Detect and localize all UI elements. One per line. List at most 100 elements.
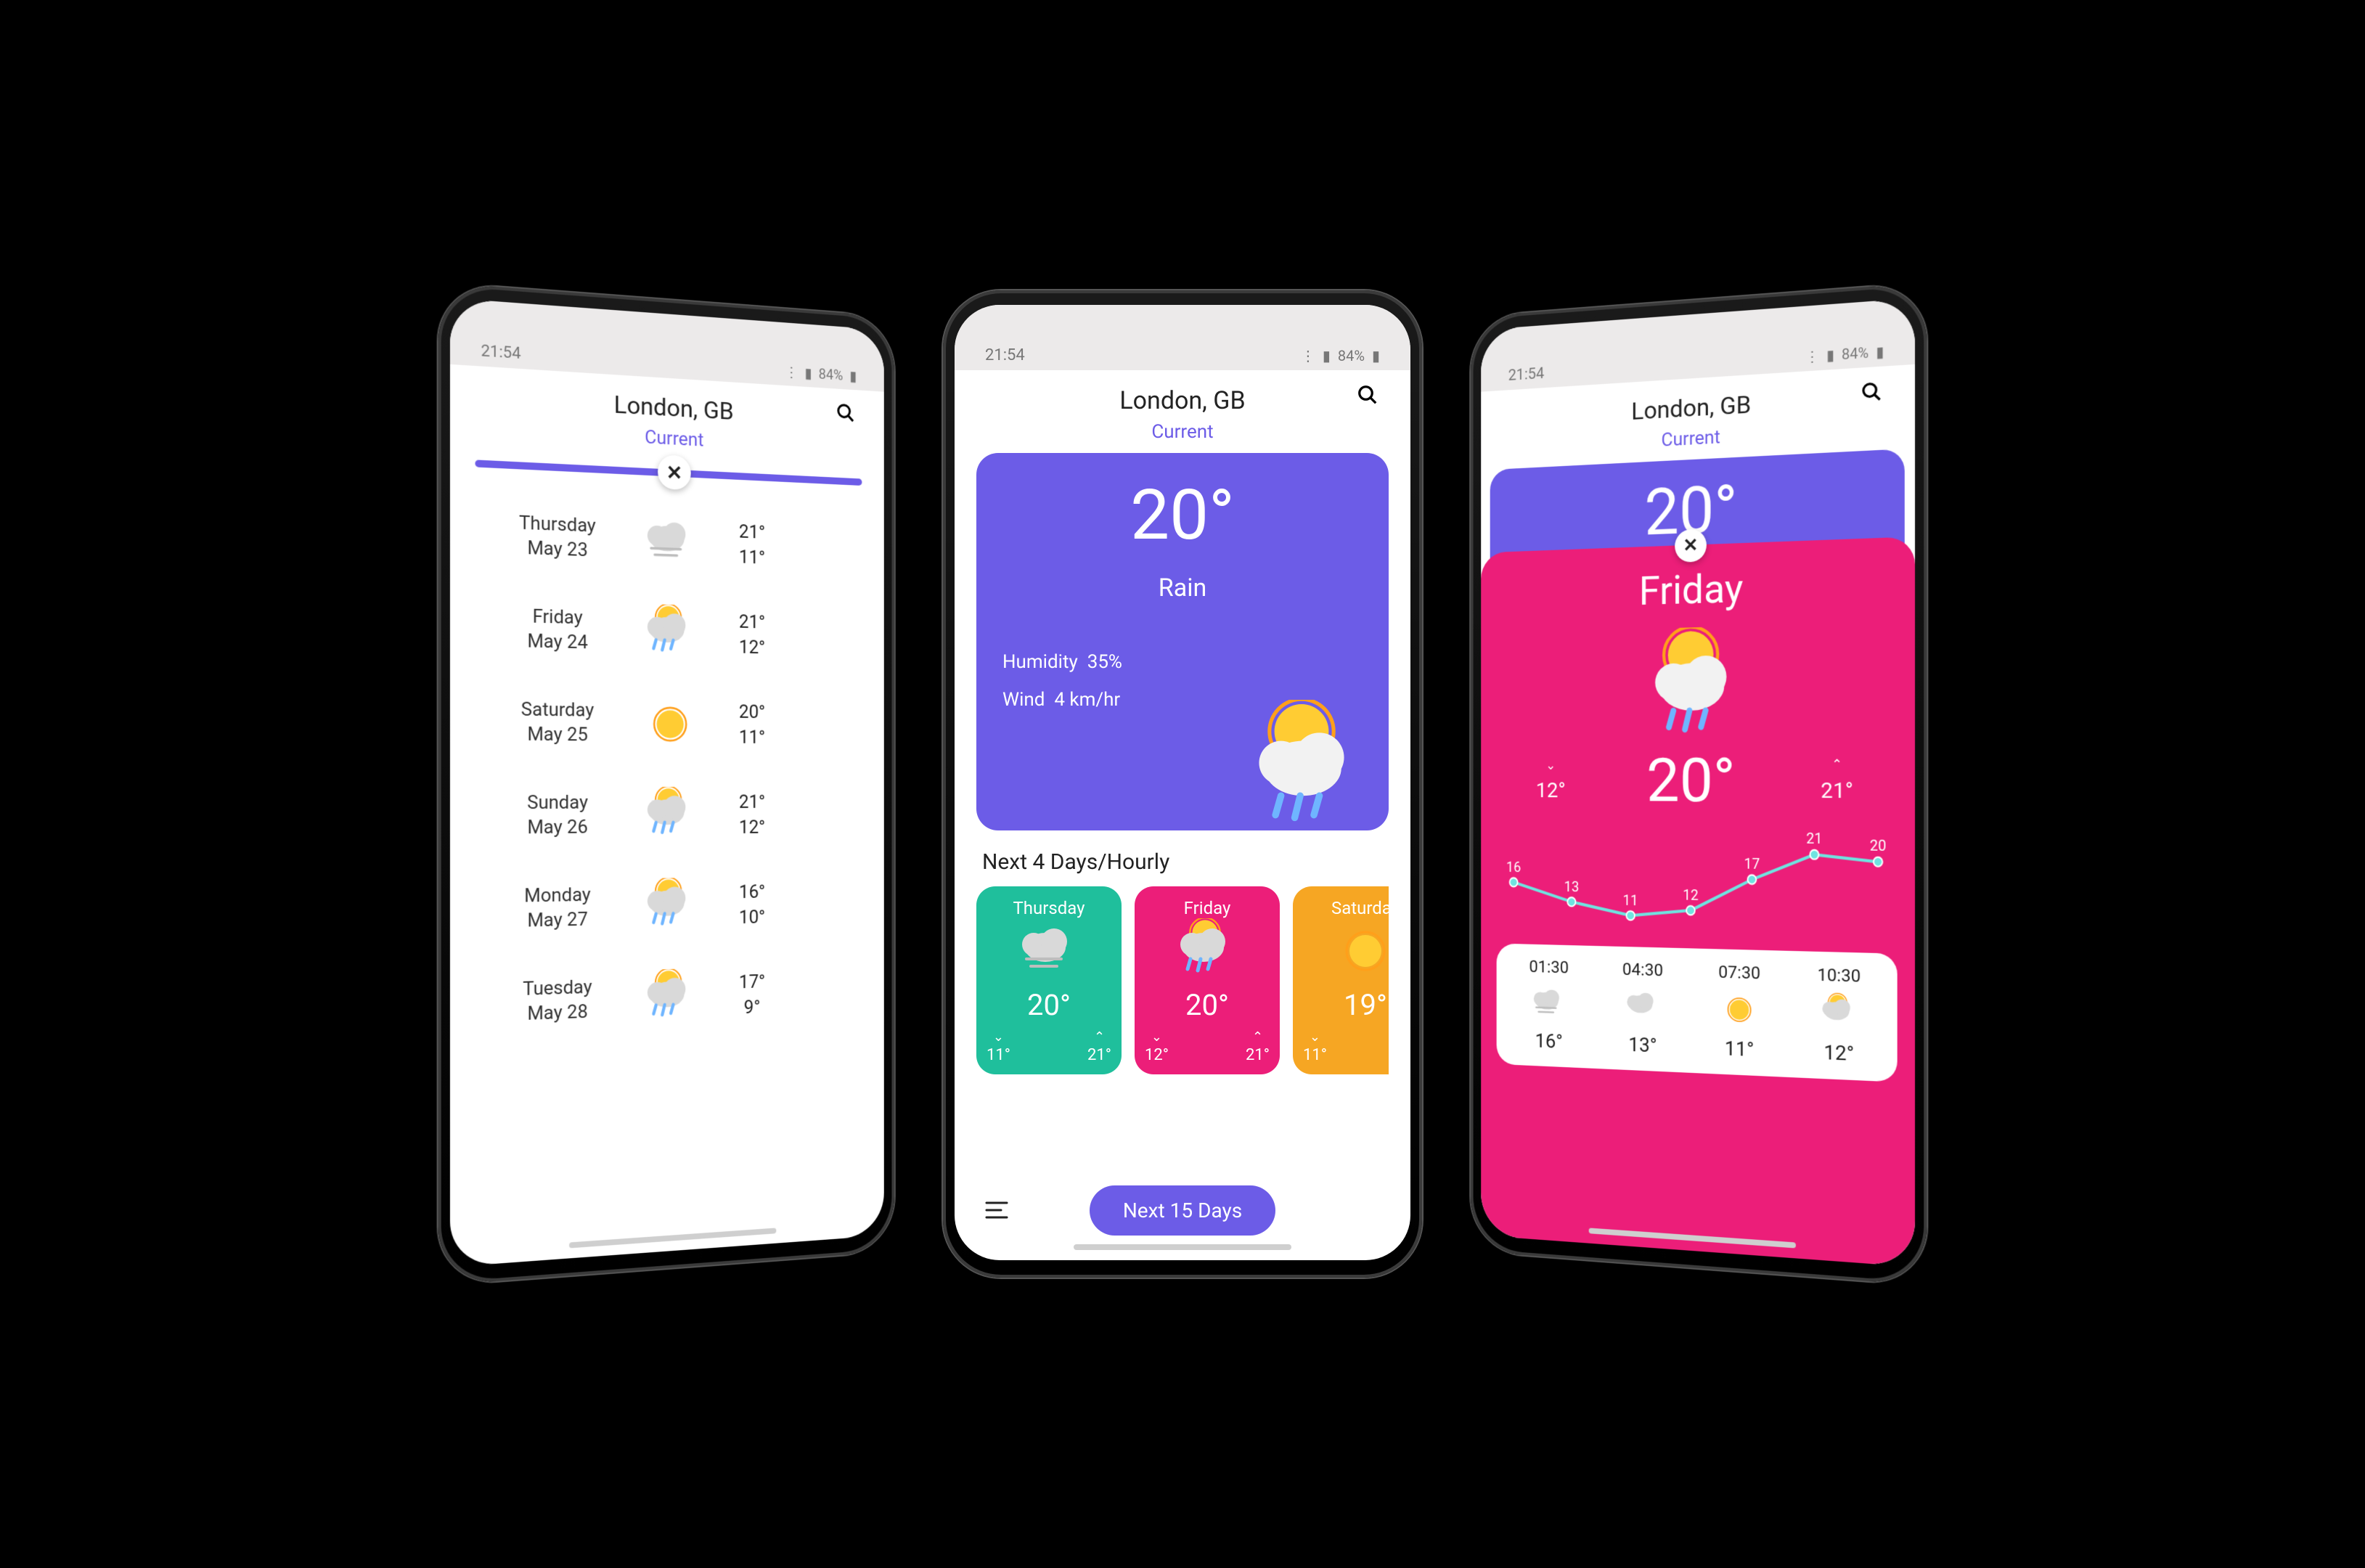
hourly-temp-chart: 16131112172120	[1500, 830, 1893, 944]
rain-sun-icon	[629, 968, 711, 1027]
mini-card-day: Saturday	[1331, 898, 1389, 918]
hourly-time: 01:30	[1529, 957, 1569, 977]
detail-temp: 20°	[1646, 744, 1735, 817]
search-icon[interactable]	[1357, 383, 1378, 412]
close-button[interactable]: ✕	[1675, 528, 1707, 563]
status-time: 21:54	[481, 342, 521, 363]
rain-sun-icon	[629, 878, 711, 936]
sun-icon	[629, 695, 711, 754]
hourly-item[interactable]: 10:30 12°	[1818, 965, 1860, 1066]
app-header: London, GB	[955, 370, 1410, 421]
hourly-item[interactable]: 07:3011°	[1718, 962, 1760, 1061]
forecast-row[interactable]: SundayMay 26 21°12°	[486, 769, 853, 863]
hourly-time: 10:30	[1818, 965, 1860, 987]
forecast-row[interactable]: FridayMay 24 21°12°	[486, 582, 853, 682]
forecast-day-label: MondayMay 27	[486, 883, 629, 934]
chevron-up-icon: ⌃	[1831, 756, 1842, 772]
location-title: London, GB	[614, 391, 734, 426]
wifi-icon: ⋮	[1301, 347, 1315, 364]
mini-card-temp: 19°	[1344, 988, 1387, 1022]
forecast-temps: 20°11°	[711, 699, 792, 751]
forecast-day-label: TuesdayMay 28	[486, 975, 629, 1029]
status-time: 21:54	[985, 346, 1025, 364]
chevron-up-icon: ⌃	[1252, 1029, 1263, 1045]
sun-icon	[1333, 918, 1389, 984]
wifi-icon: ⋮	[1805, 347, 1820, 365]
status-system-icons: ⋮ ▮ 84% ▮	[1301, 347, 1380, 364]
chevron-up-icon: ⌃	[1094, 1029, 1105, 1045]
battery-text: 84%	[819, 365, 844, 383]
fog-icon	[629, 512, 711, 572]
forecast-day-label: ThursdayMay 23	[486, 510, 629, 565]
forecast-mini-card[interactable]: Thursday20° ⌄11° ⌃21°	[976, 886, 1122, 1074]
fog-icon	[1016, 918, 1082, 984]
next-15-days-button[interactable]: Next 15 Days	[1090, 1185, 1275, 1236]
status-system-icons: ⋮ ▮ 84% ▮	[785, 363, 857, 384]
forecast-mini-card[interactable]: Saturday19° ⌄11° ⌃	[1293, 886, 1389, 1074]
partly-icon	[1819, 992, 1860, 1034]
battery-icon: ▮	[849, 367, 857, 385]
current-weather-card[interactable]: 20° Rain Humidity 35% Wind 4 km/hr	[976, 453, 1389, 830]
status-bar: 21:54 ⋮ ▮ 84% ▮	[955, 305, 1410, 370]
phone-mockup-forecast-list: 21:54 ⋮ ▮ 84% ▮ London, GB Current ✕ Thu…	[438, 282, 894, 1286]
forecast-temps: 21°12°	[711, 608, 792, 661]
chevron-down-icon: ⌄	[1310, 1029, 1320, 1045]
location-title: London, GB	[1119, 386, 1245, 415]
forecast-list[interactable]: ThursdayMay 23 21°11° FridayMay 24 21°12° Sa…	[450, 486, 884, 1267]
hourly-time: 07:30	[1718, 962, 1760, 983]
forecast-cards-row[interactable]: Thursday20° ⌄11° ⌃21° Friday20° ⌄12° ⌃21…	[976, 886, 1389, 1074]
chevron-down-icon: ⌄	[993, 1029, 1004, 1045]
forecast-temps: 16°10°	[711, 878, 792, 931]
rain-sun-icon	[1175, 918, 1240, 984]
signal-icon: ▮	[1323, 347, 1331, 364]
mini-card-temp: 20°	[1027, 988, 1071, 1022]
hourly-item[interactable]: 01:30 16°	[1529, 957, 1569, 1053]
hourly-temp: 12°	[1823, 1040, 1854, 1066]
day-detail-overlay: ✕ Friday ⌄ 12° 20° ⌃	[1481, 536, 1915, 1267]
battery-icon: ▮	[1372, 347, 1380, 364]
mini-card-high: 21°	[1246, 1046, 1270, 1064]
forecast-row[interactable]: ThursdayMay 23 21°11°	[486, 488, 853, 593]
chevron-down-icon: ⌄	[1545, 758, 1556, 772]
wifi-icon: ⋮	[785, 363, 798, 380]
phone-mockup-day-detail: 21:54 ⋮ ▮ 84% ▮ London, GB Current 20° ✕…	[1471, 282, 1927, 1286]
home-indicator	[1074, 1244, 1291, 1250]
search-icon[interactable]	[836, 401, 855, 430]
fog-icon	[1530, 983, 1567, 1023]
menu-icon[interactable]	[985, 1196, 1011, 1227]
forecast-row[interactable]: SaturdayMay 2520°11°	[486, 676, 853, 770]
signal-icon: ▮	[805, 364, 812, 382]
battery-text: 84%	[1842, 344, 1868, 364]
forecast-mini-card[interactable]: Friday20° ⌄12° ⌃21°	[1135, 886, 1280, 1074]
mini-card-low: 12°	[1145, 1046, 1169, 1064]
detail-low: 12°	[1536, 778, 1566, 803]
forecast-temps: 21°11°	[711, 518, 792, 572]
rain-sun-icon	[629, 603, 711, 662]
signal-icon: ▮	[1826, 346, 1834, 364]
hourly-temp: 16°	[1535, 1029, 1563, 1053]
hourly-temp: 13°	[1628, 1033, 1657, 1058]
cloud-icon	[1624, 986, 1662, 1026]
phone-mockup-current: 21:54 ⋮ ▮ 84% ▮ London, GB Current 20° R…	[943, 290, 1422, 1278]
mini-card-low: 11°	[987, 1046, 1010, 1064]
detail-day: Friday	[1497, 559, 1898, 618]
search-icon[interactable]	[1860, 380, 1882, 410]
tab-current[interactable]: Current	[955, 421, 1410, 453]
forecast-temps: 17°9°	[711, 968, 792, 1022]
rain-sun-icon	[629, 787, 711, 844]
hourly-item[interactable]: 04:3013°	[1622, 959, 1663, 1057]
forecast-day-label: SundayMay 26	[486, 791, 629, 841]
hourly-forecast-card[interactable]: 01:30 16° 04:3013° 07:3011° 10:30 12°	[1497, 944, 1898, 1082]
section-next-days: Next 4 Days/Hourly	[976, 830, 1389, 886]
forecast-row[interactable]: MondayMay 27 16°10°	[486, 859, 853, 957]
rain-sun-icon	[1229, 700, 1374, 823]
forecast-temps: 21°12°	[711, 789, 792, 841]
mini-card-day: Friday	[1184, 898, 1231, 918]
rain-sun-icon	[1497, 622, 1898, 735]
forecast-row[interactable]: TuesdayMay 28 17°9°	[486, 947, 853, 1050]
detail-high: 21°	[1821, 777, 1853, 803]
detail-temp-row: ⌄ 12° 20° ⌃ 21°	[1497, 743, 1898, 817]
forecast-day-label: FridayMay 24	[486, 604, 629, 656]
sun-icon	[1720, 989, 1759, 1031]
status-time: 21:54	[1508, 365, 1544, 385]
